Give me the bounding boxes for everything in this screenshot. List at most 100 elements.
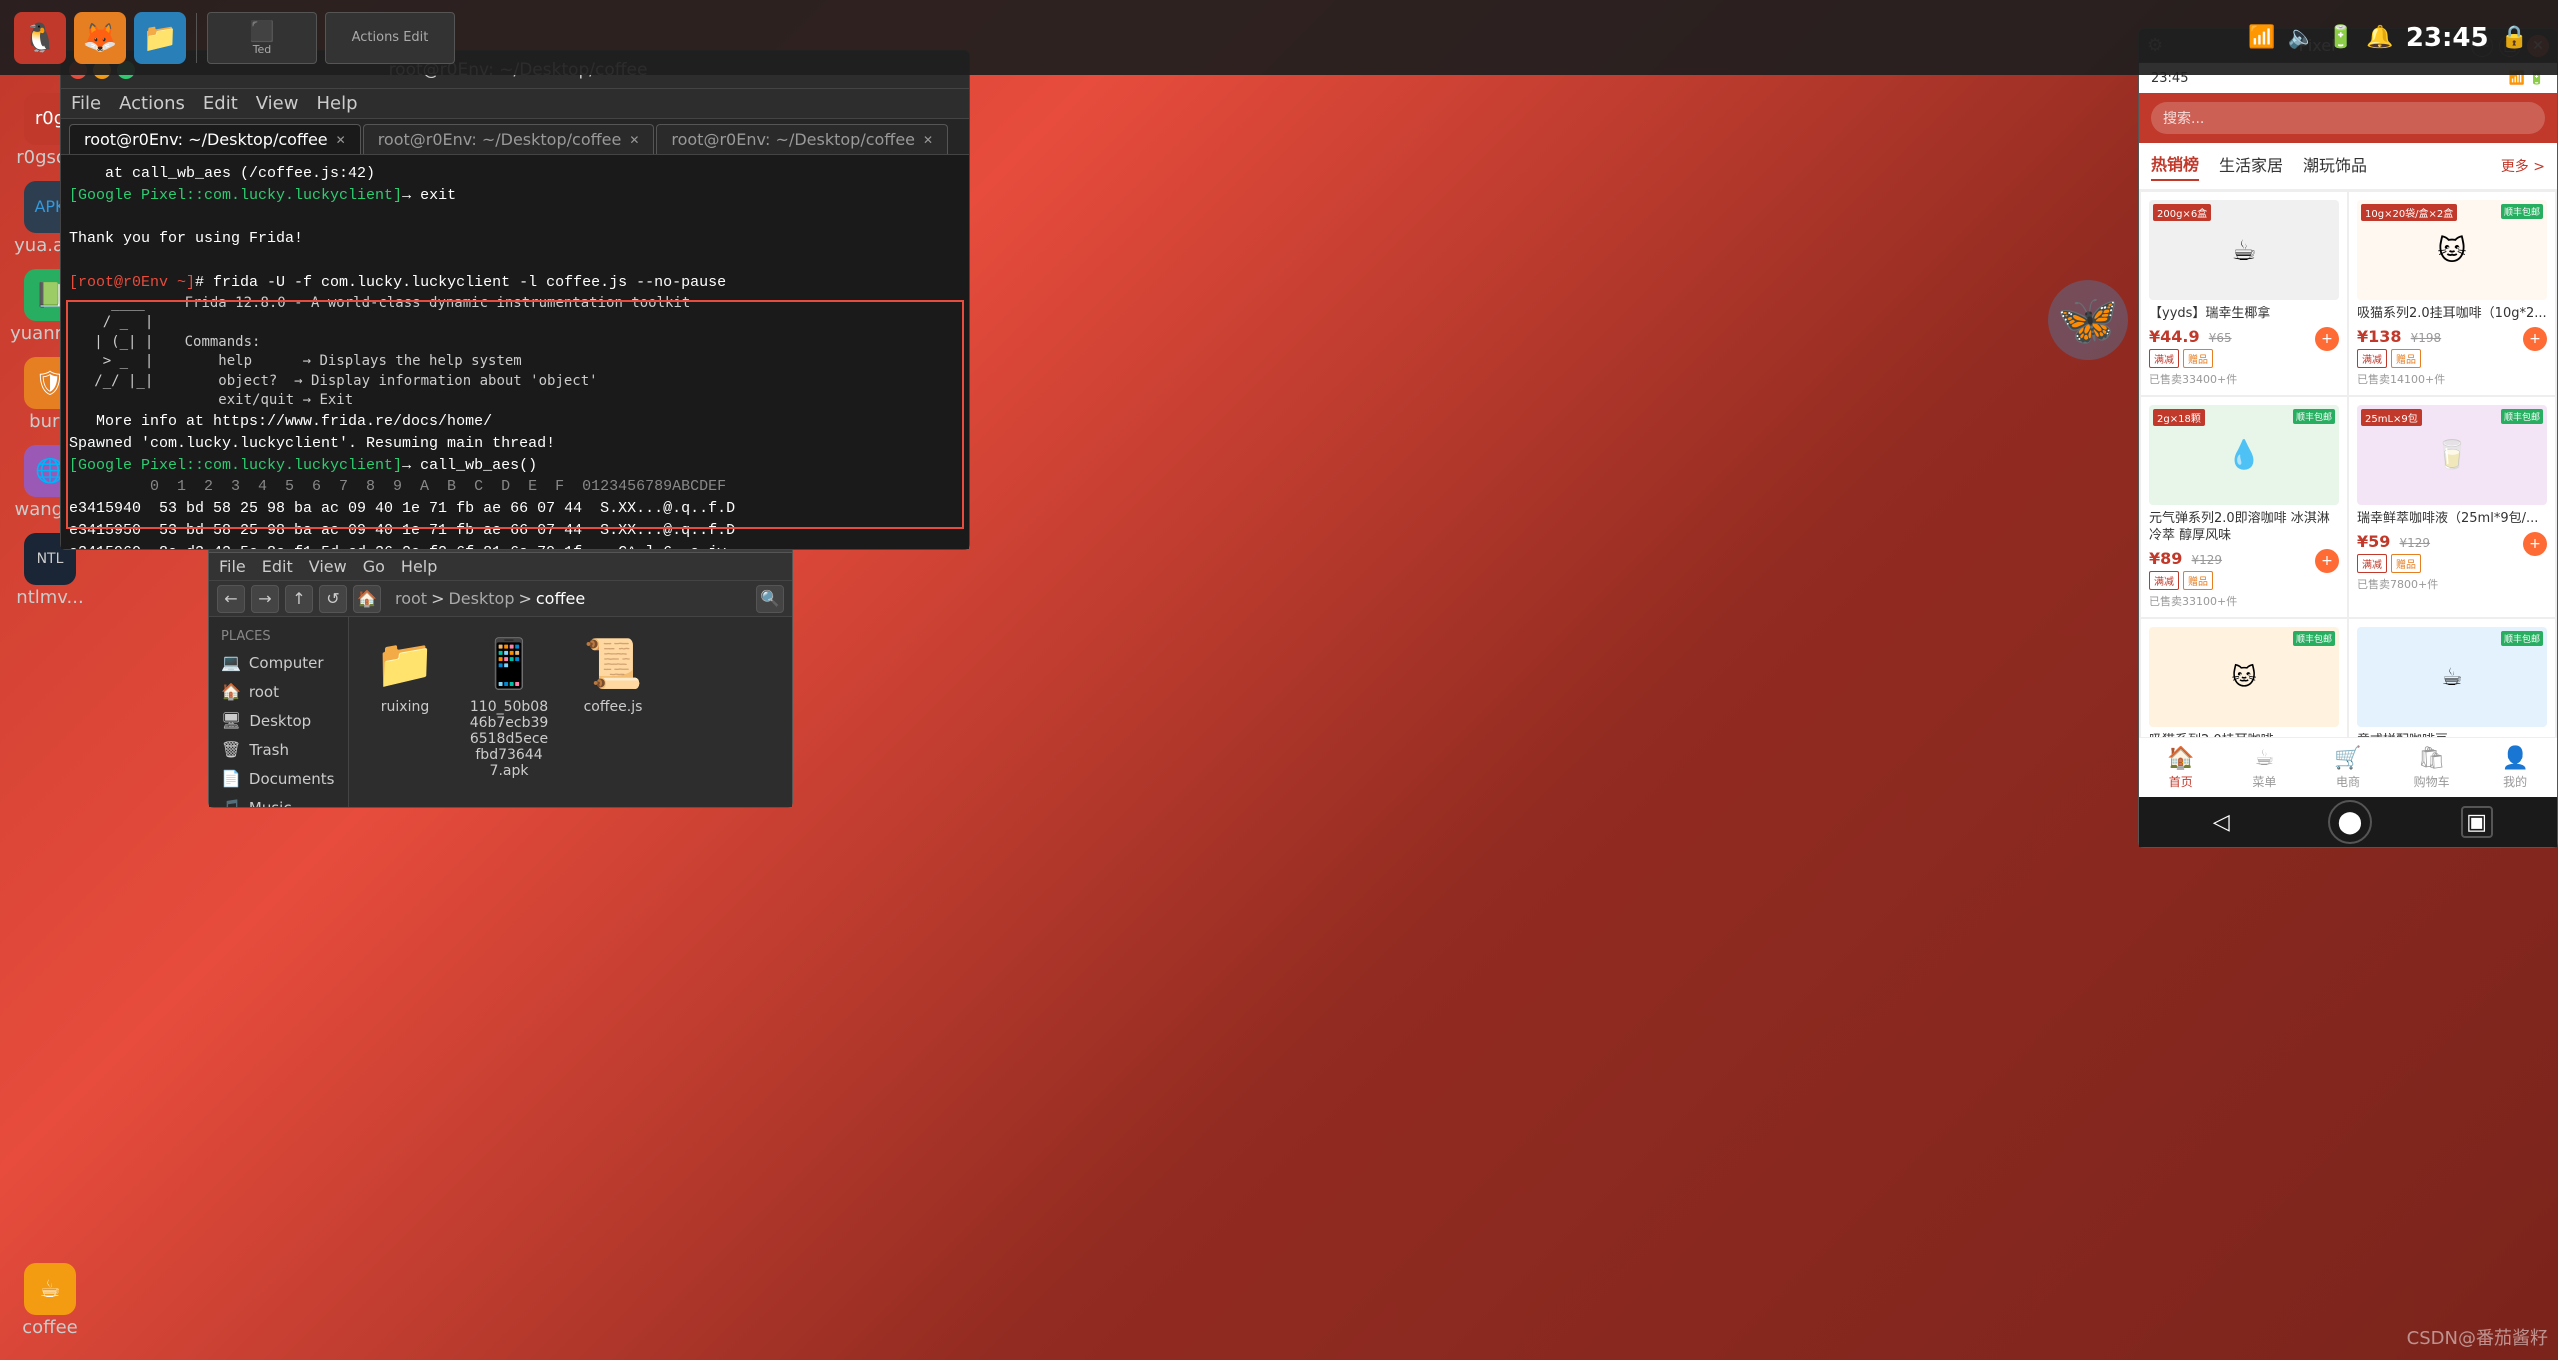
- fm-reload-button[interactable]: ↺: [319, 585, 347, 613]
- android-recent-btn[interactable]: ▣: [2461, 806, 2493, 838]
- hot-tab-sales[interactable]: 热销榜: [2151, 151, 2199, 181]
- term-hex-2: e3415950 53 bd 58 25 98 ba ac 09 40 1e 7…: [69, 520, 961, 542]
- fm-sidebar-root[interactable]: 🏠 root: [209, 677, 348, 706]
- product-name-4: 瑞幸鲜萃咖啡液（25ml*9包/...: [2357, 511, 2547, 528]
- tag-manjian-2: 满减: [2357, 349, 2387, 368]
- fm-breadcrumb-desktop[interactable]: Desktop: [448, 589, 514, 608]
- terminal-tab-3-close[interactable]: ✕: [923, 133, 933, 147]
- product-card-4[interactable]: 🥛 25mL×9包 顺丰包邮 瑞幸鲜萃咖啡液（25ml*9包/... ¥59 ¥…: [2349, 397, 2555, 617]
- terminal-menu-file[interactable]: File: [71, 93, 101, 114]
- terminal-menu-help[interactable]: Help: [316, 93, 357, 114]
- hot-tab-fashion[interactable]: 潮玩饰品: [2303, 152, 2367, 180]
- fm-file-coffeejs[interactable]: 📜 coffee.js: [573, 633, 653, 715]
- terminal-menu-actions[interactable]: Actions: [119, 93, 185, 114]
- hot-tab-more[interactable]: 更多 >: [2501, 156, 2545, 176]
- product-card-5[interactable]: 🐱 顺丰包邮 吸猫系列2.0挂耳咖啡 ¥89 ¥129 + 满减 赠品: [2141, 619, 2347, 737]
- menu-nav-icon: ☕: [2255, 746, 2275, 771]
- fm-menu-help[interactable]: Help: [401, 557, 437, 576]
- android-home-btn[interactable]: ⬤: [2328, 800, 2372, 844]
- fm-menu-view[interactable]: View: [309, 557, 347, 576]
- fm-sidebar-music[interactable]: 🎵 Music: [209, 793, 348, 807]
- dock-item-coffee[interactable]: ☕ coffee: [10, 1260, 90, 1340]
- product-price-row-4: ¥59 ¥129 +: [2357, 532, 2547, 551]
- term-line-5: [69, 250, 961, 272]
- terminal-tab-2[interactable]: root@r0Env: ~/Desktop/coffee ✕: [363, 124, 655, 154]
- terminal-tab-1-close[interactable]: ✕: [336, 133, 346, 147]
- product-card-3[interactable]: 💧 2g×18颗 顺丰包邮 元气弹系列2.0即溶咖啡 冰淇淋冷萃 醇厚风味 ¥8…: [2141, 397, 2347, 617]
- fm-back-button[interactable]: ←: [217, 585, 245, 613]
- express-badge-3: 顺丰包邮: [2293, 409, 2335, 424]
- fm-sidebar-computer[interactable]: 💻 Computer: [209, 648, 348, 677]
- terminal-menubar: File Actions Edit View Help: [61, 89, 969, 119]
- product-img-6: ☕ 顺丰包邮: [2357, 627, 2547, 727]
- bottom-nav-menu[interactable]: ☕ 菜单: [2223, 746, 2307, 790]
- product-badge-4: 25mL×9包: [2361, 409, 2422, 426]
- fm-sidebar-documents[interactable]: 📄 Documents: [209, 764, 348, 793]
- fm-file-apk[interactable]: 📱 110_50b0846b7ecb396518d5ecefbd736447.a…: [469, 633, 549, 779]
- terminal-tab-3[interactable]: root@r0Env: ~/Desktop/coffee ✕: [656, 124, 948, 154]
- trash-icon: 🗑: [221, 740, 241, 759]
- taskbar-firefox-icon[interactable]: 🦊: [74, 12, 126, 64]
- bottom-nav-shop[interactable]: 🛒 电商: [2306, 746, 2390, 790]
- home-nav-label: 首页: [2169, 773, 2193, 790]
- taskbar-app2[interactable]: Actions Edit: [325, 12, 455, 64]
- android-back-btn[interactable]: ◁: [2203, 804, 2239, 840]
- fm-menu-file[interactable]: File: [219, 557, 246, 576]
- bottom-nav-home[interactable]: 🏠 首页: [2139, 746, 2223, 790]
- taskbar-right: 📶 🔈 🔋 🔔 23:45 🔒: [2248, 23, 2548, 53]
- cart-btn-3[interactable]: +: [2315, 549, 2339, 573]
- home-nav-icon: 🏠: [2167, 746, 2194, 771]
- cart-btn-2[interactable]: +: [2523, 327, 2547, 351]
- fm-breadcrumb-sep1: >: [431, 589, 444, 608]
- cart-btn-4[interactable]: +: [2523, 532, 2547, 556]
- product-card-1[interactable]: ☕ 200g×6盒 【yyds】瑞幸生椰拿 ¥44.9 ¥65 + 满减 赠品 …: [2141, 192, 2347, 395]
- filemanager-body: Places 💻 Computer 🏠 root 🖥 Desktop 🗑 Tra…: [209, 617, 792, 807]
- term-line-6: [root@r0Env ~]# frida -U -f com.lucky.lu…: [69, 272, 961, 294]
- profile-nav-icon: 👤: [2501, 746, 2528, 771]
- fm-search-btn[interactable]: 🔍: [756, 585, 784, 613]
- cart-btn-1[interactable]: +: [2315, 327, 2339, 351]
- fm-breadcrumb-root[interactable]: root: [395, 589, 427, 608]
- terminal-tab-2-close[interactable]: ✕: [629, 133, 639, 147]
- fm-breadcrumb-coffee[interactable]: coffee: [536, 589, 585, 608]
- taskbar-files-icon[interactable]: 📁: [134, 12, 186, 64]
- phone-search-bar[interactable]: 搜索...: [2151, 102, 2545, 134]
- fm-sidebar-documents-label: Documents: [249, 770, 335, 788]
- fm-sidebar-desktop[interactable]: 🖥 Desktop: [209, 706, 348, 735]
- tag-zengpin-4: 赠品: [2391, 554, 2421, 573]
- fm-home-button[interactable]: 🏠: [353, 585, 381, 613]
- terminal-menu-edit[interactable]: Edit: [203, 93, 238, 114]
- fm-menu-go[interactable]: Go: [363, 557, 385, 576]
- tag-zengpin-3: 赠品: [2183, 571, 2213, 590]
- express-badge-5: 顺丰包邮: [2293, 631, 2335, 646]
- fm-up-button[interactable]: ↑: [285, 585, 313, 613]
- taskbar-app1[interactable]: ⬛ Ted: [207, 12, 317, 64]
- filemanager-window: coffee — □ ✕ File Edit View Go Help ← → …: [208, 518, 793, 808]
- fm-sidebar-trash[interactable]: 🗑 Trash: [209, 735, 348, 764]
- product-orig-price-3: ¥129: [2192, 553, 2223, 567]
- fm-file-ruixing-label: ruixing: [381, 699, 429, 715]
- fm-search-icon[interactable]: 🔍: [756, 585, 784, 613]
- product-card-6[interactable]: ☕ 顺丰包邮 意式拼配咖啡豆 ¥-- +: [2349, 619, 2555, 737]
- product-card-2[interactable]: 🐱 10g×20袋/盒×2盒 顺丰包邮 吸猫系列2.0挂耳咖啡（10g*2...…: [2349, 192, 2555, 395]
- fm-menu-edit[interactable]: Edit: [262, 557, 293, 576]
- sold-count-2: 已售卖14100+件: [2357, 371, 2547, 387]
- product-price-1: ¥44.9: [2149, 327, 2200, 346]
- product-badge-1: 200g×6盒: [2153, 204, 2211, 221]
- terminal-content[interactable]: at call_wb_aes (/coffee.js:42) [Google P…: [61, 155, 969, 549]
- fm-forward-button[interactable]: →: [251, 585, 279, 613]
- bottom-nav-profile[interactable]: 👤 我的: [2473, 746, 2557, 790]
- terminal-tab-1[interactable]: root@r0Env: ~/Desktop/coffee ✕: [69, 124, 361, 154]
- terminal-menu-view[interactable]: View: [256, 93, 299, 114]
- bottom-nav-cart[interactable]: 🛍 购物车: [2390, 746, 2474, 790]
- product-tags-3: 满减 赠品: [2149, 571, 2315, 590]
- fm-file-ruixing[interactable]: 📁 ruixing: [365, 633, 445, 715]
- phone-content: 热销榜 生活家居 潮玩饰品 更多 > ☕ 200g×6盒 【y: [2139, 143, 2557, 737]
- taskbar-ubuntu-icon[interactable]: 🐧: [14, 12, 66, 64]
- hot-tab-home[interactable]: 生活家居: [2219, 152, 2283, 180]
- terminal-tab-3-label: root@r0Env: ~/Desktop/coffee: [671, 130, 915, 149]
- product-tags-2: 满减 赠品: [2357, 349, 2523, 368]
- lock-icon[interactable]: 🔒: [2501, 25, 2528, 50]
- folder-ruixing-icon: 📁: [375, 633, 435, 693]
- root-icon: 🏠: [221, 682, 241, 701]
